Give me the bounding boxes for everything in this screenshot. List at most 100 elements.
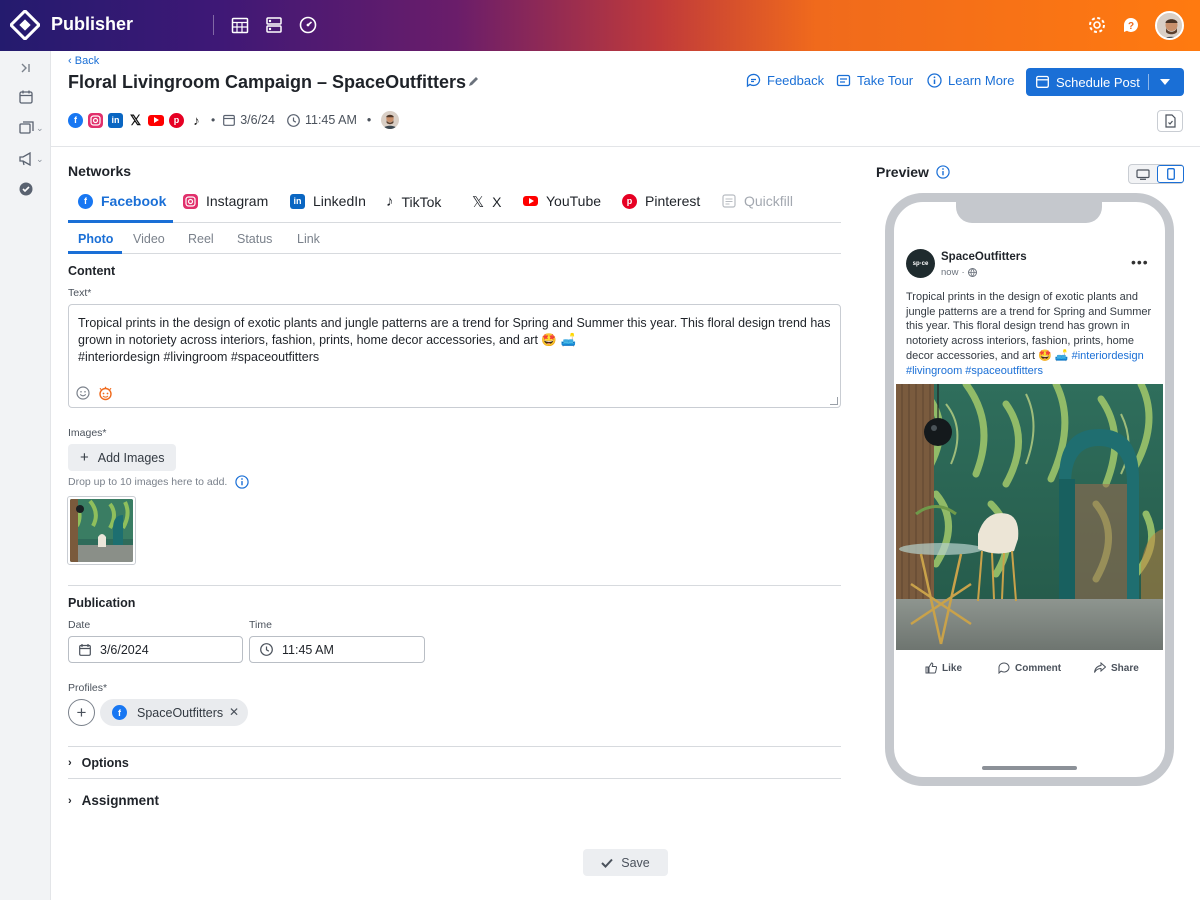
tab-quickfill[interactable]: Quickfill bbox=[722, 193, 793, 209]
chevron-down-icon[interactable]: ⌄ bbox=[36, 154, 44, 165]
post-text-line: Tropical prints in the design of exotic … bbox=[78, 316, 831, 330]
publication-heading: Publication bbox=[68, 596, 136, 610]
subtab-status[interactable]: Status bbox=[237, 232, 272, 246]
meta-date: 3/6/24 bbox=[240, 113, 275, 127]
help-icon[interactable]: ? bbox=[1120, 14, 1142, 36]
tab-tiktok[interactable]: ♪ TikTok bbox=[386, 193, 441, 210]
learn-more-link[interactable]: Learn More bbox=[927, 73, 1014, 88]
gear-icon[interactable] bbox=[1086, 14, 1108, 36]
share-action[interactable]: Share bbox=[1094, 662, 1139, 674]
section-divider bbox=[68, 778, 841, 779]
user-avatar[interactable] bbox=[1155, 11, 1184, 40]
comment-action[interactable]: Comment bbox=[998, 662, 1061, 674]
clock-icon bbox=[287, 113, 300, 127]
youtube-icon bbox=[148, 114, 164, 126]
svg-text:?: ? bbox=[1128, 21, 1134, 32]
schedule-options-caret-icon[interactable] bbox=[1160, 79, 1170, 85]
mobile-view-icon[interactable] bbox=[1157, 165, 1184, 183]
plus-icon: + bbox=[76, 702, 87, 722]
calendar-icon bbox=[1036, 75, 1049, 88]
thumbs-up-icon bbox=[925, 662, 937, 674]
time-input[interactable]: 11:45 AM bbox=[249, 636, 425, 663]
tiktok-icon: ♪ bbox=[386, 193, 394, 210]
subtab-video[interactable]: Video bbox=[133, 232, 165, 246]
pinterest-icon: p bbox=[169, 112, 184, 128]
info-icon[interactable] bbox=[936, 165, 950, 179]
page-title: Floral Livingroom Campaign – SpaceOutfit… bbox=[68, 72, 467, 92]
take-tour-link[interactable]: Take Tour bbox=[836, 73, 913, 88]
ai-assistant-icon[interactable] bbox=[98, 386, 113, 401]
document-check-button[interactable] bbox=[1157, 110, 1183, 132]
text-tools bbox=[76, 386, 113, 401]
tab-linkedin[interactable]: in LinkedIn bbox=[290, 193, 366, 209]
section-divider bbox=[68, 585, 841, 586]
add-images-button[interactable]: + Add Images bbox=[68, 444, 176, 471]
resize-handle[interactable] bbox=[830, 397, 838, 405]
text-label: Text* bbox=[68, 287, 92, 299]
linkedin-icon: in bbox=[290, 193, 305, 209]
button-divider bbox=[1148, 74, 1149, 90]
tour-icon bbox=[836, 74, 851, 87]
back-link[interactable]: ‹ Back bbox=[68, 55, 99, 67]
date-label: Date bbox=[68, 619, 91, 631]
approval-check-icon[interactable] bbox=[17, 180, 35, 198]
info-icon bbox=[927, 73, 942, 88]
tab-pinterest[interactable]: p Pinterest bbox=[622, 193, 700, 209]
pinterest-icon: p bbox=[622, 193, 637, 209]
post-type-tabs: Photo Video Reel Status Link bbox=[68, 224, 841, 254]
megaphone-icon[interactable] bbox=[17, 150, 35, 168]
meta-separator: • bbox=[366, 113, 372, 127]
like-action[interactable]: Like bbox=[925, 662, 962, 674]
post-meta-row: f in 𝕏 p ♪ • 3/6/24 11:45 AM • bbox=[68, 111, 400, 129]
date-input[interactable]: 3/6/2024 bbox=[68, 636, 243, 663]
subtab-link[interactable]: Link bbox=[297, 232, 320, 246]
info-icon[interactable] bbox=[235, 475, 250, 489]
youtube-icon bbox=[523, 196, 538, 206]
publisher-logo-icon[interactable] bbox=[10, 10, 40, 40]
x-icon: 𝕏 bbox=[129, 111, 142, 128]
x-icon: 𝕏 bbox=[472, 194, 485, 211]
expand-sidebar-icon[interactable] bbox=[17, 59, 35, 77]
schedule-post-button[interactable]: Schedule Post bbox=[1026, 68, 1184, 96]
desktop-view-icon[interactable] bbox=[1133, 167, 1153, 181]
assignment-toggle[interactable]: › Assignment bbox=[68, 793, 159, 808]
save-button[interactable]: Save bbox=[583, 849, 668, 876]
add-profile-button[interactable]: + bbox=[68, 699, 95, 726]
feedback-link[interactable]: Feedback bbox=[746, 73, 824, 88]
dashboard-gauge-icon[interactable] bbox=[297, 14, 319, 36]
pencil-icon[interactable] bbox=[466, 73, 482, 89]
feedback-icon bbox=[746, 73, 761, 88]
globe-icon bbox=[967, 268, 977, 277]
remove-profile-icon[interactable]: ✕ bbox=[229, 705, 239, 719]
brand-name: Publisher bbox=[51, 14, 134, 34]
chevron-down-icon[interactable]: ⌄ bbox=[36, 123, 44, 134]
tab-facebook[interactable]: f Facebook bbox=[78, 193, 166, 209]
checkmark-icon bbox=[601, 858, 613, 868]
tab-instagram[interactable]: Instagram bbox=[183, 193, 268, 209]
instagram-icon bbox=[183, 193, 198, 209]
meta-separator: • bbox=[211, 113, 216, 127]
time-label: Time bbox=[249, 619, 272, 631]
active-tab-indicator bbox=[68, 220, 173, 223]
layout-list-icon[interactable] bbox=[263, 14, 285, 36]
subtab-reel[interactable]: Reel bbox=[188, 232, 214, 246]
comment-icon bbox=[998, 662, 1010, 674]
assignee-avatar[interactable] bbox=[381, 111, 400, 129]
options-toggle[interactable]: › Options bbox=[68, 756, 129, 770]
phone-notch bbox=[956, 202, 1102, 223]
tab-x[interactable]: 𝕏 X bbox=[472, 193, 501, 211]
calendar-icon[interactable] bbox=[17, 88, 35, 106]
subtab-photo[interactable]: Photo bbox=[78, 232, 113, 246]
more-options-icon[interactable]: ••• bbox=[1131, 254, 1149, 270]
tab-youtube[interactable]: YouTube bbox=[523, 193, 601, 209]
preview-heading: Preview bbox=[876, 164, 950, 180]
thumbnail-image bbox=[70, 499, 133, 562]
preview-post-image bbox=[896, 384, 1163, 650]
emoji-icon[interactable] bbox=[76, 386, 90, 400]
content-library-icon[interactable] bbox=[17, 119, 35, 137]
post-text-input[interactable]: Tropical prints in the design of exotic … bbox=[68, 304, 841, 408]
preview-post-text: Tropical prints in the design of exotic … bbox=[906, 291, 1152, 377]
image-thumbnail[interactable] bbox=[67, 496, 136, 565]
calendar-grid-icon[interactable] bbox=[229, 14, 251, 36]
facebook-icon: f bbox=[112, 705, 127, 720]
